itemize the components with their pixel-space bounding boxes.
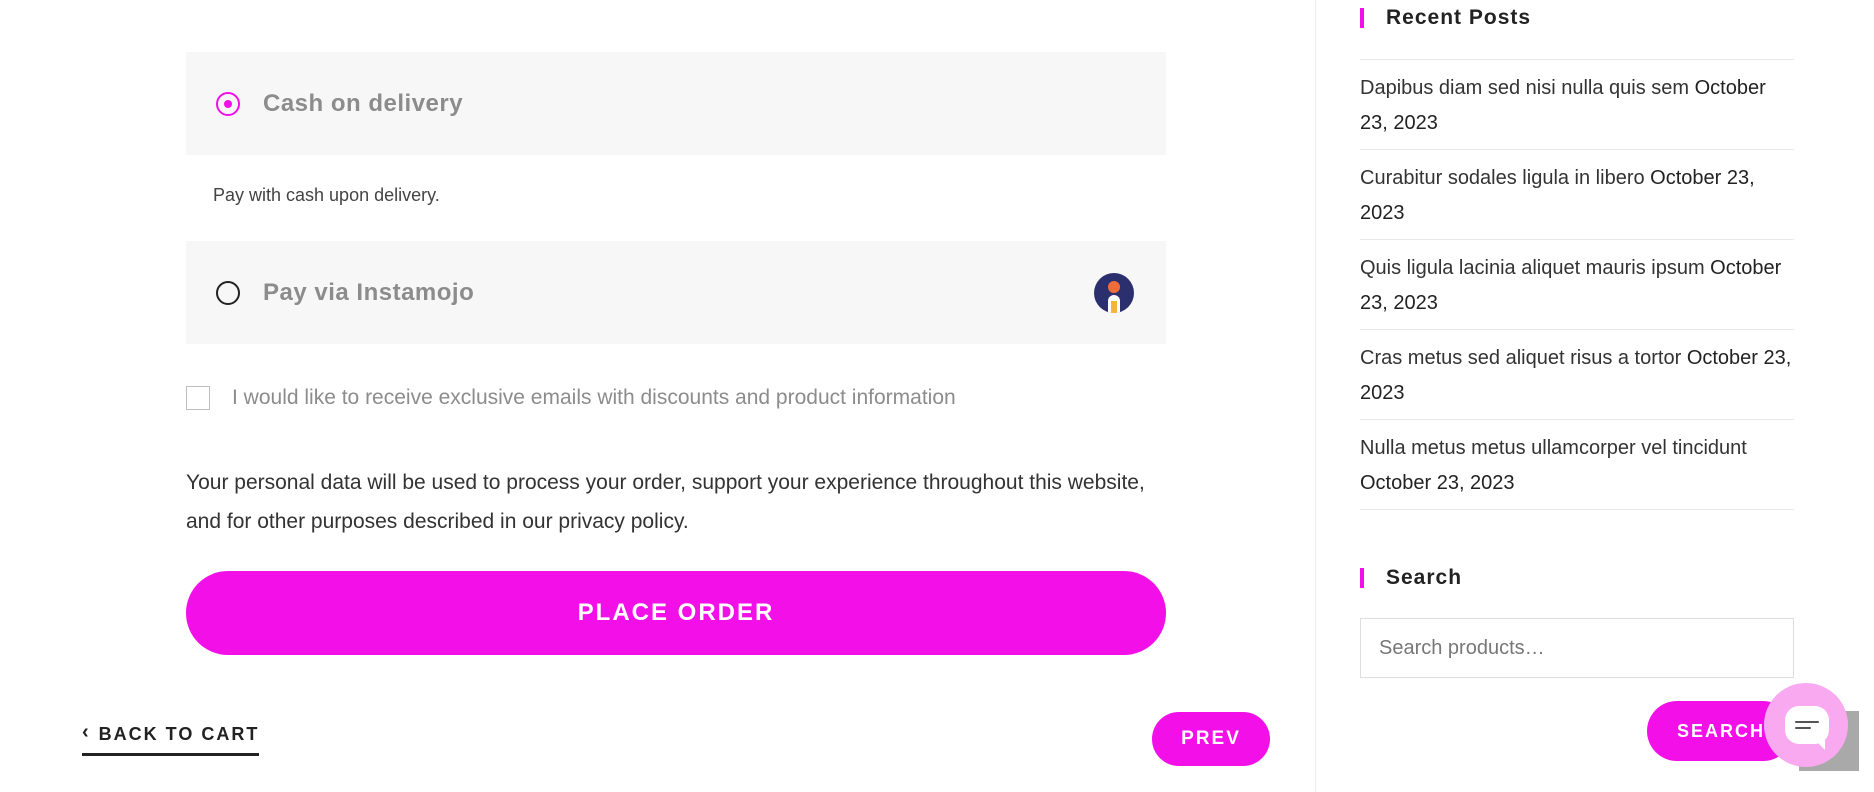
chevron-left-icon: ‹	[82, 721, 91, 743]
list-item: Nulla metus metus ullamcorper vel tincid…	[1360, 420, 1794, 510]
instamojo-radio[interactable]	[216, 280, 240, 305]
post-date: October 23, 2023	[1360, 472, 1515, 494]
sidebar-divider	[1315, 0, 1316, 792]
recent-post-link[interactable]: Quis ligula lacinia aliquet mauris ipsum	[1360, 257, 1705, 279]
back-to-cart-link[interactable]: ‹ BACK TO CART	[82, 721, 260, 756]
recent-post-link[interactable]: Curabitur sodales ligula in libero	[1360, 167, 1645, 189]
search-input[interactable]	[1360, 618, 1794, 678]
privacy-notice: Your personal data will be used to proce…	[186, 463, 1176, 541]
email-optin: I would like to receive exclusive emails…	[186, 386, 956, 410]
place-order-button[interactable]: PLACE ORDER	[186, 571, 1166, 655]
payment-method-instamojo[interactable]: Pay via Instamojo	[186, 241, 1166, 344]
cod-description: Pay with cash upon delivery.	[213, 185, 440, 205]
back-to-cart-label: BACK TO CART	[98, 724, 260, 744]
cod-label[interactable]: Cash on delivery	[263, 90, 463, 118]
recent-posts-list: Dapibus diam sed nisi nulla quis sem Oct…	[1360, 59, 1794, 510]
email-optin-checkbox[interactable]	[186, 386, 210, 410]
list-item: Curabitur sodales ligula in libero Octob…	[1360, 150, 1794, 240]
list-item: Cras metus sed aliquet risus a tortor Oc…	[1360, 330, 1794, 420]
list-item: Quis ligula lacinia aliquet mauris ipsum…	[1360, 240, 1794, 330]
search-widget-title: Search	[1360, 566, 1462, 590]
chat-bubble-inner	[1785, 706, 1829, 750]
recent-post-link[interactable]: Nulla metus metus ullamcorper vel tincid…	[1360, 437, 1747, 459]
instamojo-logo-icon	[1094, 272, 1134, 313]
recent-post-link[interactable]: Cras metus sed aliquet risus a tortor	[1360, 347, 1681, 369]
payment-method-cod[interactable]: Cash on delivery	[186, 52, 1166, 155]
recent-post-link[interactable]: Dapibus diam sed nisi nulla quis sem	[1360, 77, 1689, 99]
cod-radio[interactable]	[216, 91, 240, 116]
recent-posts-title: Recent Posts	[1360, 6, 1531, 30]
privacy-notice-suffix: .	[682, 510, 689, 533]
email-optin-label[interactable]: I would like to receive exclusive emails…	[232, 386, 956, 410]
chat-icon[interactable]	[1764, 683, 1848, 767]
prev-button[interactable]: PREV	[1152, 712, 1270, 766]
list-item: Dapibus diam sed nisi nulla quis sem Oct…	[1360, 60, 1794, 150]
instamojo-label[interactable]: Pay via Instamojo	[263, 279, 474, 307]
privacy-policy-link[interactable]: privacy policy	[558, 510, 682, 533]
